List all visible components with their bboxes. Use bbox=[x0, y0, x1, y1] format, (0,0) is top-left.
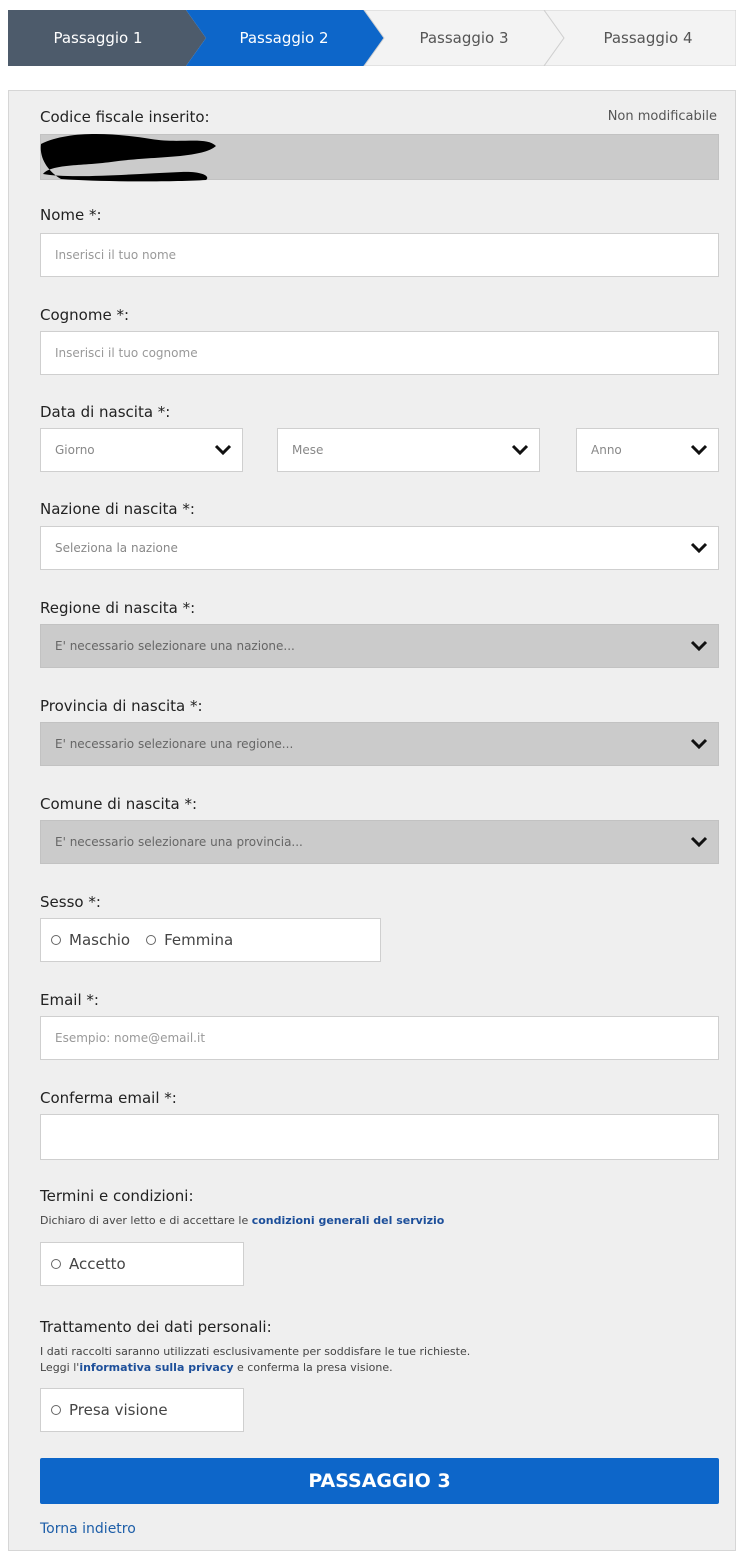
torna-indietro-link[interactable]: Torna indietro bbox=[40, 1521, 136, 1537]
termini-label: Termini e condizioni: bbox=[40, 1187, 194, 1205]
step-1-label[interactable]: Passaggio 1 bbox=[8, 10, 188, 66]
presa-visione-label: Presa visione bbox=[69, 1401, 168, 1419]
anno-select[interactable]: Anno bbox=[576, 428, 719, 472]
privacy-line-2-prefix: Leggi l' bbox=[40, 1361, 80, 1374]
mese-select[interactable]: Mese bbox=[277, 428, 540, 472]
regione-label: Regione di nascita *: bbox=[40, 599, 196, 617]
comune-value: E' necessario selezionare una provincia.… bbox=[55, 835, 303, 849]
femmina-label: Femmina bbox=[164, 931, 234, 949]
cognome-input[interactable]: Inserisci il tuo cognome bbox=[40, 331, 719, 375]
non-modificabile-note: Non modificabile bbox=[607, 109, 717, 124]
radio-femmina[interactable]: Femmina bbox=[146, 931, 233, 949]
cognome-label: Cognome *: bbox=[40, 306, 130, 324]
privacy-line-2: Leggi l'informativa sulla privacy e conf… bbox=[40, 1360, 470, 1376]
condizioni-link[interactable]: condizioni generali del servizio bbox=[252, 1214, 445, 1227]
chevron-down-icon bbox=[690, 836, 708, 848]
chevron-down-icon bbox=[214, 444, 232, 456]
provincia-value: E' necessario selezionare una regione... bbox=[55, 737, 294, 751]
passaggio-3-button[interactable]: PASSAGGIO 3 bbox=[40, 1458, 719, 1504]
giorno-value: Giorno bbox=[55, 443, 95, 457]
comune-label: Comune di nascita *: bbox=[40, 795, 198, 813]
sesso-radio-group: Maschio Femmina bbox=[40, 918, 381, 962]
nome-label: Nome *: bbox=[40, 206, 102, 224]
mese-value: Mese bbox=[292, 443, 324, 457]
termini-text-prefix: Dichiaro di aver letto e di accettare le bbox=[40, 1214, 252, 1227]
step-2-label[interactable]: Passaggio 2 bbox=[194, 10, 374, 66]
privacy-label: Trattamento dei dati personali: bbox=[40, 1318, 272, 1336]
radio-circle-icon bbox=[146, 935, 157, 945]
redaction-scribble bbox=[40, 134, 216, 182]
anno-value: Anno bbox=[591, 443, 622, 457]
nazione-value: Seleziona la nazione bbox=[55, 541, 178, 555]
chevron-down-icon bbox=[690, 640, 708, 652]
progress-stepper: Passaggio 1 Passaggio 2 Passaggio 3 Pass… bbox=[8, 10, 736, 66]
radio-circle-icon bbox=[51, 1405, 61, 1415]
provincia-select: E' necessario selezionare una regione... bbox=[40, 722, 719, 766]
nazione-select[interactable]: Seleziona la nazione bbox=[40, 526, 719, 570]
privacy-link[interactable]: informativa sulla privacy bbox=[79, 1361, 233, 1374]
provincia-label: Provincia di nascita *: bbox=[40, 697, 203, 715]
privacy-line-2-suffix: e conferma la presa visione. bbox=[233, 1361, 393, 1374]
radio-maschio[interactable]: Maschio bbox=[51, 931, 130, 949]
regione-select: E' necessario selezionare una nazione... bbox=[40, 624, 719, 668]
nome-input[interactable]: Inserisci il tuo nome bbox=[40, 233, 719, 277]
conferma-email-input[interactable] bbox=[40, 1114, 719, 1160]
accetto-label: Accetto bbox=[69, 1255, 126, 1273]
privacy-text: I dati raccolti saranno utilizzati esclu… bbox=[40, 1344, 470, 1376]
termini-text: Dichiaro di aver letto e di accettare le… bbox=[40, 1213, 444, 1229]
sesso-label: Sesso *: bbox=[40, 893, 101, 911]
chevron-down-icon bbox=[690, 444, 708, 456]
presa-visione-radio[interactable]: Presa visione bbox=[40, 1388, 244, 1432]
chevron-down-icon bbox=[690, 738, 708, 750]
comune-select: E' necessario selezionare una provincia.… bbox=[40, 820, 719, 864]
chevron-down-icon bbox=[511, 444, 529, 456]
step-3-label[interactable]: Passaggio 3 bbox=[374, 10, 554, 66]
chevron-down-icon bbox=[690, 542, 708, 554]
accetto-radio[interactable]: Accetto bbox=[40, 1242, 244, 1286]
giorno-select[interactable]: Giorno bbox=[40, 428, 243, 472]
nazione-label: Nazione di nascita *: bbox=[40, 500, 195, 518]
radio-circle-icon bbox=[51, 935, 61, 945]
email-label: Email *: bbox=[40, 991, 99, 1009]
registration-form-panel: Codice fiscale inserito: Non modificabil… bbox=[8, 90, 736, 1551]
regione-value: E' necessario selezionare una nazione... bbox=[55, 639, 295, 653]
conferma-email-label: Conferma email *: bbox=[40, 1089, 177, 1107]
data-nascita-label: Data di nascita *: bbox=[40, 403, 171, 421]
email-input[interactable]: Esempio: nome@email.it bbox=[40, 1016, 719, 1060]
privacy-line-1: I dati raccolti saranno utilizzati esclu… bbox=[40, 1345, 471, 1358]
step-4-label[interactable]: Passaggio 4 bbox=[560, 10, 736, 66]
maschio-label: Maschio bbox=[69, 931, 131, 949]
radio-circle-icon bbox=[51, 1259, 61, 1269]
